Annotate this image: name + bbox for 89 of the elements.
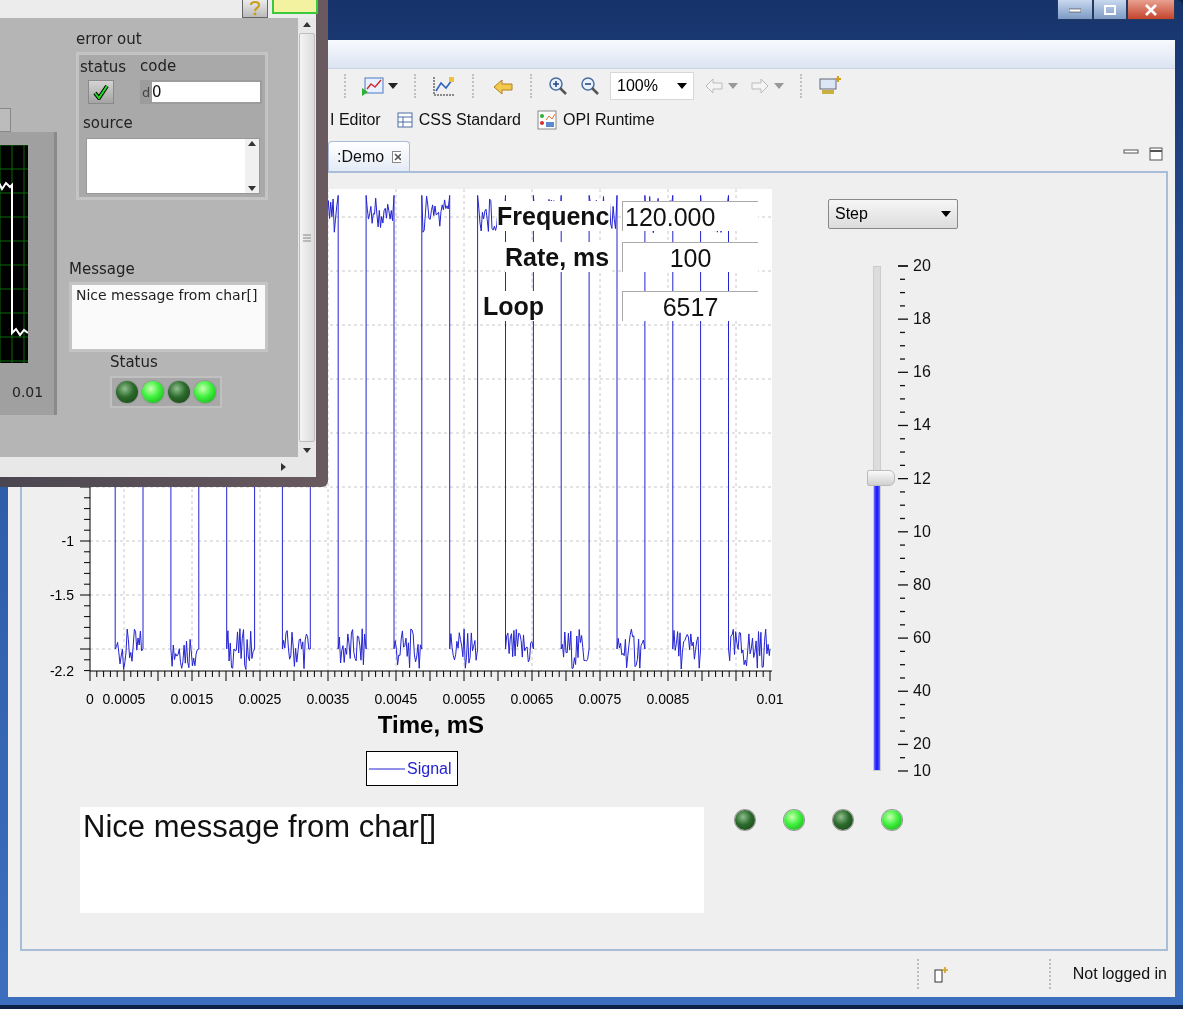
scroll-down-icon[interactable] bbox=[248, 186, 256, 191]
scale-label: 10 bbox=[913, 522, 931, 541]
chart-icon bbox=[432, 75, 456, 97]
horizontal-scrollbar[interactable] bbox=[0, 457, 316, 477]
readout-label: Loop bbox=[483, 291, 545, 321]
x-tick-label: 0.01 bbox=[756, 691, 784, 707]
x-tick-label: 0.0015 bbox=[170, 691, 214, 707]
vertical-slider[interactable] bbox=[867, 266, 895, 771]
caret-icon bbox=[677, 83, 687, 89]
y-tick-label: -1.5 bbox=[49, 587, 74, 603]
cluster-label: error out bbox=[76, 30, 142, 48]
editor-tab[interactable]: :Demo bbox=[328, 141, 410, 171]
maximize-view-icon[interactable] bbox=[1149, 147, 1163, 161]
scale-label: 20 bbox=[913, 735, 931, 754]
maximize-button[interactable] bbox=[1093, 0, 1127, 20]
graph-tick-label: 0.01 bbox=[12, 384, 44, 400]
x-tick-label: 0.0075 bbox=[578, 691, 622, 707]
scroll-up-icon[interactable] bbox=[248, 141, 256, 146]
mode-dropdown[interactable]: Step bbox=[828, 199, 958, 229]
x-tick-label: 0.0065 bbox=[510, 691, 554, 707]
zoom-in-icon bbox=[548, 76, 568, 96]
close-button[interactable] bbox=[1127, 0, 1175, 20]
caret-icon bbox=[728, 83, 738, 89]
caret-icon bbox=[388, 83, 398, 89]
zoom-out-icon bbox=[580, 76, 600, 96]
caret-icon bbox=[774, 83, 784, 89]
grip-icon bbox=[303, 233, 311, 242]
right-arrow-icon bbox=[750, 78, 770, 94]
perspective-button[interactable]: OPI Runtime bbox=[536, 110, 655, 130]
add-panel-icon[interactable] bbox=[932, 965, 951, 983]
readout-label: Frequenc bbox=[497, 201, 610, 231]
close-icon bbox=[1144, 3, 1158, 16]
readout-value: 100 bbox=[622, 242, 758, 272]
source-field[interactable] bbox=[86, 138, 260, 194]
scroll-right-icon[interactable] bbox=[281, 463, 286, 471]
chart-icon bbox=[362, 76, 384, 96]
scale-label: 10 bbox=[913, 762, 931, 780]
close-icon bbox=[392, 150, 401, 163]
indicator-tag bbox=[272, 0, 318, 14]
scale-label: 20 bbox=[913, 257, 931, 275]
device-icon bbox=[818, 75, 842, 97]
chart-icon bbox=[536, 110, 557, 130]
scale-label: 12 bbox=[913, 469, 931, 488]
chart-legend: Signal bbox=[366, 751, 458, 786]
x-axis-title: Time, mS bbox=[377, 711, 485, 738]
minimize-button[interactable] bbox=[1057, 0, 1093, 20]
scale-label: 40 bbox=[913, 682, 931, 701]
scale-label: 16 bbox=[913, 363, 931, 382]
y-tick-label: -1 bbox=[61, 533, 74, 549]
vertical-scrollbar[interactable] bbox=[298, 18, 316, 457]
maximize-icon bbox=[1104, 4, 1116, 15]
x-tick-label: 0.0055 bbox=[442, 691, 486, 707]
scale-label: 18 bbox=[913, 310, 931, 329]
readout-value: 6517 bbox=[622, 291, 758, 321]
x-tick-label: 0.0035 bbox=[306, 691, 350, 707]
zoom-combo[interactable]: 100% bbox=[610, 72, 694, 100]
scroll-up-icon[interactable] bbox=[303, 22, 311, 27]
x-tick-label: 0.0005 bbox=[102, 691, 146, 707]
source-label: source bbox=[83, 114, 133, 132]
help-button[interactable] bbox=[242, 0, 268, 18]
scrollbar-thumb[interactable] bbox=[299, 33, 315, 442]
minimize-icon bbox=[1069, 6, 1081, 13]
y-tick-label: -2.2 bbox=[49, 662, 74, 679]
scroll-down-icon[interactable] bbox=[303, 448, 311, 453]
table-icon bbox=[396, 112, 413, 128]
scale-label: 60 bbox=[913, 629, 931, 648]
scale-label: 14 bbox=[913, 416, 931, 435]
code-label: code bbox=[140, 57, 177, 75]
perspective-button[interactable]: I Editor bbox=[330, 111, 381, 129]
readout-value: 120.000 bbox=[622, 201, 758, 231]
x-tick-label: 0.0045 bbox=[374, 691, 418, 707]
code-field[interactable]: d 0 bbox=[140, 80, 262, 104]
left-arrow-icon bbox=[704, 78, 724, 94]
readout-label: Rate, ms bbox=[505, 242, 610, 272]
caret-icon bbox=[941, 211, 951, 217]
slider-thumb[interactable] bbox=[867, 470, 895, 487]
status-label: Status bbox=[110, 353, 158, 371]
x-tick-label: 0.0025 bbox=[238, 691, 282, 707]
status-label: status bbox=[80, 58, 127, 76]
message-label: Message bbox=[69, 260, 135, 278]
perspective-button[interactable]: CSS Standard bbox=[396, 111, 521, 129]
scale-label: 80 bbox=[913, 575, 931, 594]
login-status: Not logged in bbox=[1071, 965, 1168, 983]
x-tick-label: 0 bbox=[86, 691, 94, 707]
message-display: Nice message from char[] bbox=[80, 807, 704, 913]
message-field: Nice message from char[] bbox=[69, 282, 268, 352]
question-icon bbox=[249, 0, 261, 16]
x-tick-label: 0.0085 bbox=[646, 691, 690, 707]
legend-line-icon bbox=[369, 766, 405, 771]
